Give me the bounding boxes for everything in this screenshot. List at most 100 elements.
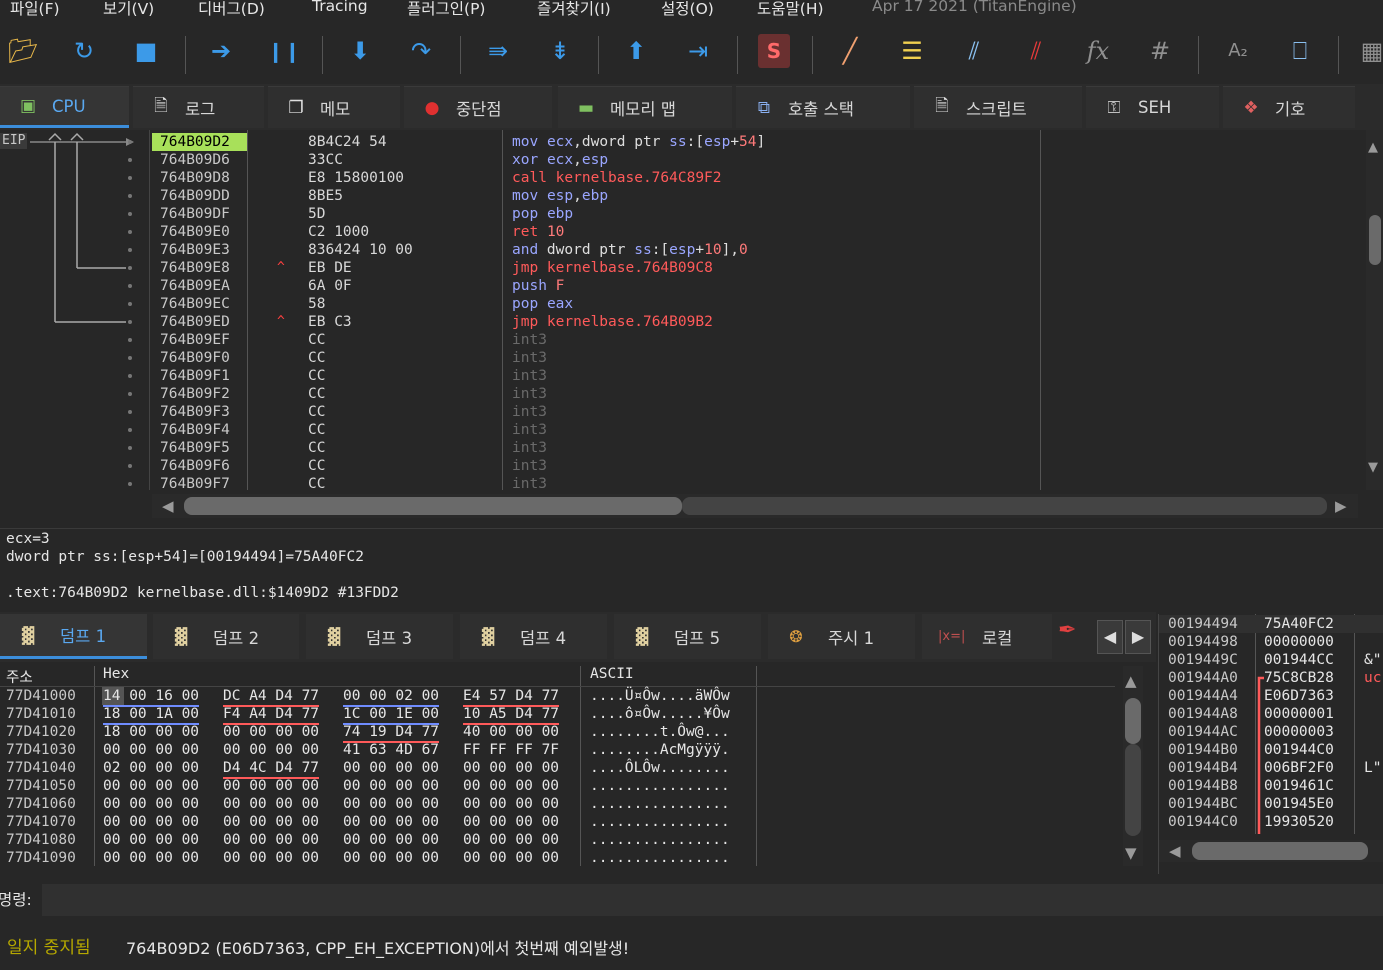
bookmarks-icon[interactable]: ⫽ [1020, 34, 1052, 68]
tab-call-stack[interactable]: ⧉ 호출 스택 [736, 86, 910, 128]
disasm-row[interactable]: 764B09E0 C2 1000 ret 10 [0, 223, 1358, 241]
menu-favourites[interactable]: 즐겨찾기(I) [537, 0, 611, 19]
tab-watch-1[interactable]: ❂ 주시 1 [768, 614, 915, 659]
menu-plugins[interactable]: 플러그인(P) [407, 0, 485, 19]
disasm-row[interactable]: 764B09F5 CC int3 [0, 439, 1358, 457]
disasm-row[interactable]: 764B09D8 E8 15800100 call kernelbase.764C8… [0, 169, 1358, 187]
disasm-row[interactable]: 764B09F7 CC int3 [0, 475, 1358, 493]
disasm-row[interactable]: 764B09D2 8B4C24 54 mov ecx,dword ptr ss:[e… [0, 133, 1358, 151]
scroll-down-icon[interactable]: ▼ [1368, 460, 1378, 475]
menu-file[interactable]: 파일(F) [10, 0, 60, 19]
stack-row[interactable]: 001944B0 001944C0 [1159, 741, 1383, 759]
tab-dump-5[interactable]: ▓ 덤프 5 [614, 614, 761, 659]
strings-icon[interactable]: A₂ [1222, 34, 1254, 68]
stack-hscrollbar[interactable]: ◀ [1159, 840, 1383, 862]
tab-dump-2[interactable]: ▓ 덤프 2 [153, 614, 299, 659]
dump-row[interactable]: 77D41040 02 00 00 00 D4 4C D4 77 00 00 00 0… [0, 759, 760, 779]
menu-help[interactable]: 도움말(H) [757, 0, 824, 19]
tab-dump-3[interactable]: ▓ 덤프 3 [306, 614, 453, 659]
scroll-left-icon[interactable]: ◀ [1169, 842, 1181, 860]
scroll-up-icon[interactable]: ▲ [1368, 140, 1378, 155]
tab-seh[interactable]: ⚿ SEH [1086, 86, 1219, 128]
comments-icon[interactable]: ☰ [896, 34, 928, 68]
stack-row[interactable]: 001944C0 19930520 [1159, 813, 1383, 831]
memory-icon[interactable]: ▦ [1356, 34, 1383, 68]
stack-row[interactable]: 001944AC 00000003 [1159, 723, 1383, 741]
dump-header-hex[interactable]: Hex [103, 666, 129, 682]
tab-dump-1[interactable]: ▓ 덤프 1 [0, 614, 147, 659]
run-to-user-code-icon[interactable]: ⇥ [682, 34, 714, 68]
tab-scroll-right-button[interactable]: ▶ [1125, 620, 1151, 654]
step-over-icon[interactable]: ↷ [405, 34, 437, 68]
disasm-hscrollbar[interactable]: ◀ ▶ [152, 494, 1358, 518]
stack-row[interactable]: 001944A8 00000001 [1159, 705, 1383, 723]
dump-header-address[interactable]: 주소 [6, 666, 33, 687]
labels-icon[interactable]: ⫽ [958, 34, 990, 68]
dump-row[interactable]: 77D41060 00 00 00 00 00 00 00 00 00 00 00 0… [0, 795, 760, 813]
stack-row[interactable]: 00194494 75A40FC2 [1159, 615, 1383, 633]
dump-row[interactable]: 77D41030 00 00 00 00 00 00 00 00 41 63 4D 6… [0, 741, 760, 759]
disasm-vscrollbar[interactable]: ▲ ▼ [1366, 130, 1383, 490]
stack-row[interactable]: 001944BC 001945E0 [1159, 795, 1383, 813]
trace-into-icon[interactable]: ⇛ [482, 34, 514, 68]
tab-cpu[interactable]: ▣ CPU [0, 86, 129, 128]
disassembly-view[interactable]: EIP 764B09D2 8B4C24 54 mov ecx,dword ptr s… [0, 130, 1383, 525]
run-icon[interactable]: ➔ [205, 34, 237, 68]
execute-till-return-icon[interactable]: ⬆ [620, 34, 652, 68]
disasm-row[interactable]: 764B09DF 5D pop ebp [0, 205, 1358, 223]
tab-scroll-left-button[interactable]: ◀ [1097, 620, 1123, 654]
dump-header-ascii[interactable]: ASCII [590, 666, 634, 682]
dump-view[interactable]: 주소 Hex ASCII 77D41000 14 00 16 00 DC A4 D4… [0, 662, 1155, 874]
scroll-left-icon[interactable]: ◀ [162, 497, 174, 515]
tab-locals[interactable]: |x=| 로컬 [922, 614, 1052, 659]
tab-log[interactable]: 🗎︎ 로그 [133, 86, 264, 128]
pause-icon[interactable]: ❙❙ [267, 34, 301, 68]
tab-memory-map[interactable]: ▬ 메모리 맵 [558, 86, 732, 128]
tab-breakpoints[interactable]: ● 중단점 [404, 86, 552, 128]
disasm-row[interactable]: 764B09F3 CC int3 [0, 403, 1358, 421]
hash-icon[interactable]: # [1144, 34, 1176, 68]
open-icon[interactable]: 📂︎ [7, 34, 39, 68]
stack-row[interactable]: 001944A0 75C8CB28 uc [1159, 669, 1383, 687]
menu-debug[interactable]: 디버그(D) [198, 0, 265, 19]
step-into-icon[interactable]: ⬇ [344, 34, 376, 68]
dump-vscrollbar[interactable]: ▲ ▼ [1123, 666, 1143, 866]
command-input[interactable] [42, 884, 1383, 916]
disasm-row[interactable]: 764B09EC 58 pop eax [0, 295, 1358, 313]
calculator-icon[interactable]: ⎕ [1284, 34, 1316, 68]
scylla-icon[interactable]: S [758, 34, 790, 68]
scroll-down-icon[interactable]: ▼ [1125, 844, 1137, 862]
dump-row[interactable]: 77D41050 00 00 00 00 00 00 00 00 00 00 00 0… [0, 777, 760, 795]
disasm-row[interactable]: 764B09E8 ^ EB DE jmp kernelbase.764B09C8 [0, 259, 1358, 277]
disasm-row[interactable]: 764B09F0 CC int3 [0, 349, 1358, 367]
tab-symbols[interactable]: ❖ 기호 [1223, 86, 1355, 128]
dump-row[interactable]: 77D41000 14 00 16 00 DC A4 D4 77 00 00 02 0… [0, 687, 760, 707]
dump-row[interactable]: 77D41090 00 00 00 00 00 00 00 00 00 00 00 0… [0, 849, 760, 867]
stack-row[interactable]: 001944A4 E06D7363 [1159, 687, 1383, 705]
restart-icon[interactable]: ↻ [68, 34, 100, 68]
disasm-row[interactable]: 764B09F1 CC int3 [0, 367, 1358, 385]
patch-icon[interactable]: ╱ [834, 34, 866, 68]
menu-view[interactable]: 보기(V) [103, 0, 154, 19]
stack-row[interactable]: 00194498 00000000 [1159, 633, 1383, 651]
tab-notes[interactable]: ❐ 메모 [268, 86, 400, 128]
disasm-row[interactable]: 764B09D6 33CC xor ecx,esp [0, 151, 1358, 169]
disasm-row[interactable]: 764B09DD 8BE5 mov esp,ebp [0, 187, 1358, 205]
functions-icon[interactable]: fx [1082, 34, 1114, 68]
disasm-row[interactable]: 764B09ED ^ EB C3 jmp kernelbase.764B09B2 [0, 313, 1358, 331]
tab-script[interactable]: 🗎︎ 스크립트 [914, 86, 1082, 128]
dump-row[interactable]: 77D41080 00 00 00 00 00 00 00 00 00 00 00 0… [0, 831, 760, 849]
dump-row[interactable]: 77D41010 18 00 1A 00 F4 A4 D4 77 1C 00 1E 0… [0, 705, 760, 725]
scroll-up-icon[interactable]: ▲ [1125, 672, 1137, 690]
stop-icon[interactable]: ■ [130, 34, 162, 68]
menu-options[interactable]: 설정(O) [661, 0, 714, 19]
tab-dump-4[interactable]: ▓ 덤프 4 [460, 614, 607, 659]
disasm-row[interactable]: 764B09F6 CC int3 [0, 457, 1358, 475]
dump-row[interactable]: 77D41020 18 00 00 00 00 00 00 00 74 19 D4 7… [0, 723, 760, 743]
stack-row[interactable]: 001944B8 0019461C [1159, 777, 1383, 795]
disasm-row[interactable]: 764B09EA 6A 0F push F [0, 277, 1358, 295]
stack-row[interactable]: 0019449C 001944CC &" [1159, 651, 1383, 669]
disasm-row[interactable]: 764B09E3 836424 10 00 and dword ptr ss:[es… [0, 241, 1358, 259]
disasm-row[interactable]: 764B09F2 CC int3 [0, 385, 1358, 403]
disasm-row[interactable]: 764B09F4 CC int3 [0, 421, 1358, 439]
